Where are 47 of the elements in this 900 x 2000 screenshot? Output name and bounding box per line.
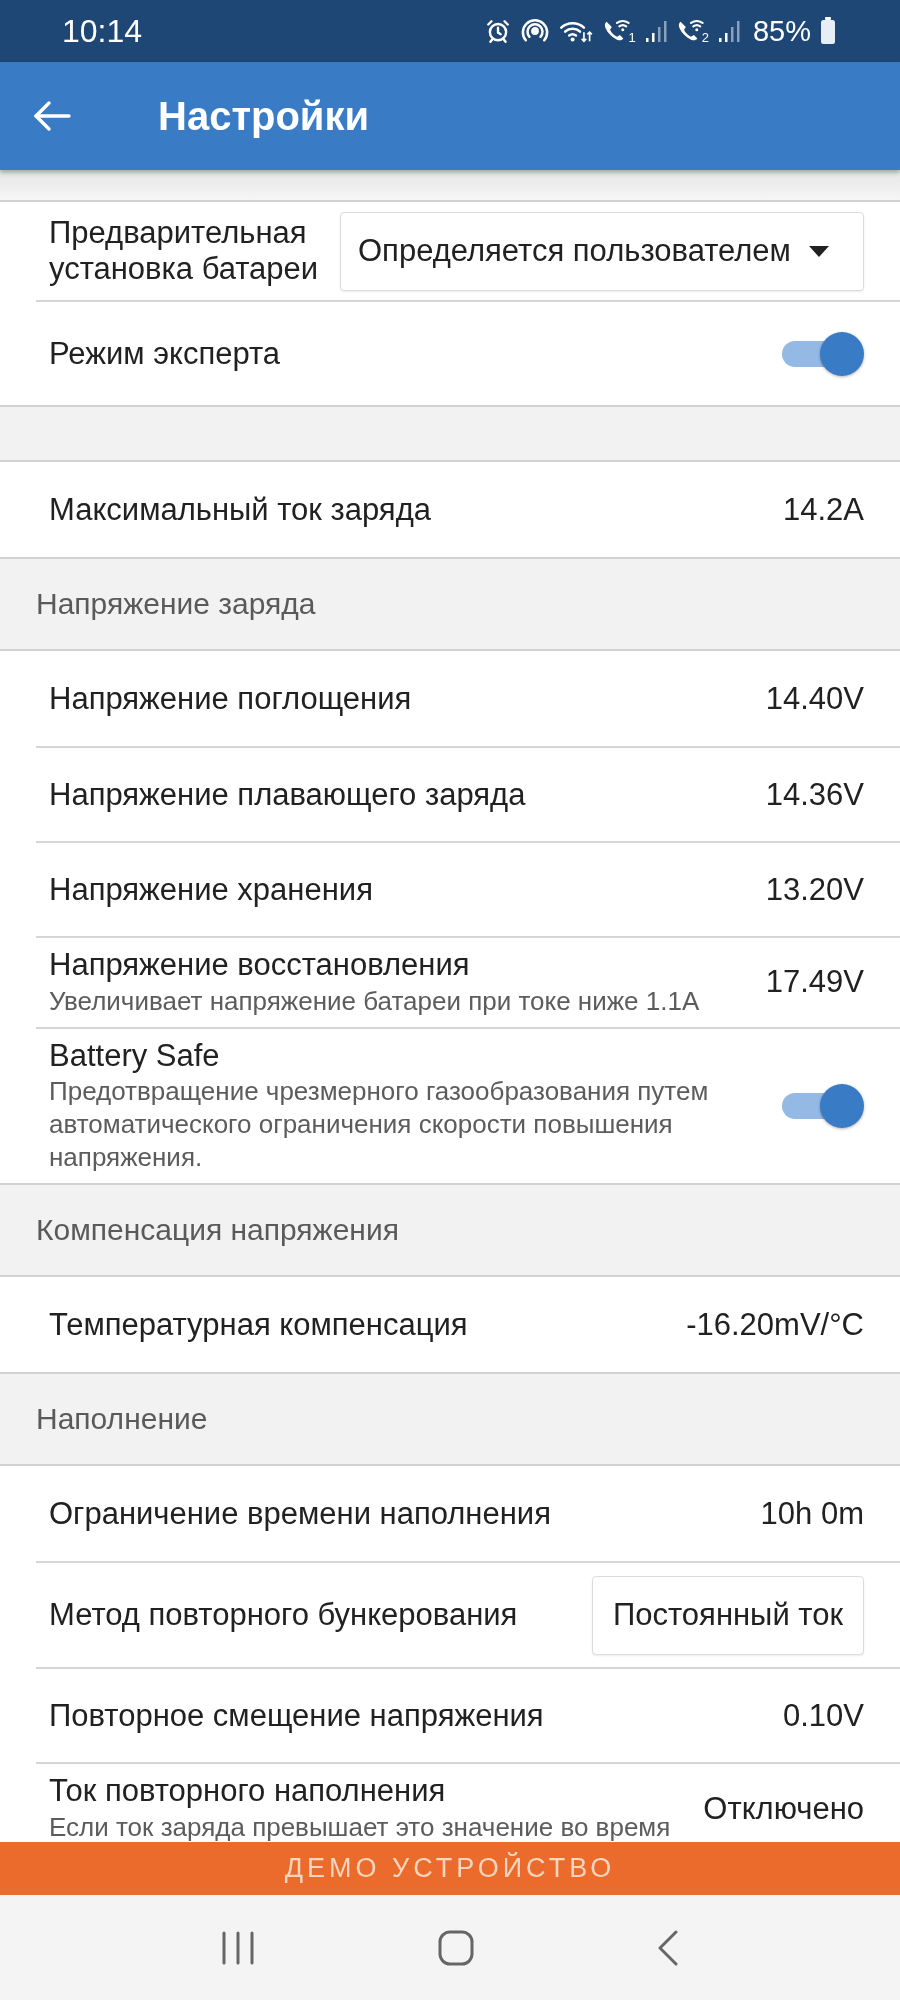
setting-value: -16.20mV/°C (686, 1306, 864, 1343)
home-icon[interactable] (438, 1929, 474, 1966)
setting-value: 13.20V (765, 871, 864, 908)
setting-value: 17.49V (765, 964, 864, 1001)
setting-description: Если ток заряда превышает это значение во время (49, 1810, 672, 1842)
hotspot-icon (520, 18, 551, 44)
setting-label: Метод повторного бункерования (49, 1597, 519, 1634)
caret-icon (809, 245, 829, 257)
setting-label: Напряжение плавающего заряда (49, 776, 527, 813)
signal-icon (717, 19, 740, 43)
setting-label: Повторное смещение напряжения (49, 1697, 545, 1734)
setting-value: 14.2A (783, 491, 864, 528)
section-header: Компенсация напряжения (0, 1185, 900, 1276)
section-header: Наполнение (0, 1374, 900, 1465)
setting-label: Напряжение поглощения (49, 680, 413, 717)
alarm-icon (485, 18, 512, 44)
setting-label: Режим эксперта (49, 335, 282, 372)
setting-label: Температурная компенсация (49, 1306, 469, 1343)
sim-number: 1 (628, 31, 636, 44)
setting-label: Максимальный ток заряда (49, 491, 432, 528)
setting-label: Напряжение восстановления (49, 947, 471, 983)
setting-description: Увеличивает напряжение батареи при токе ниже 1.1A (49, 984, 701, 1018)
setting-value: 0.10V (783, 1697, 864, 1734)
setting-label: Ток повторного наполнения (49, 1773, 447, 1809)
signal-icon (644, 19, 667, 43)
method-button[interactable]: Постоянный ток (592, 1575, 864, 1655)
battery-percentage: 85% (752, 14, 811, 48)
demo-banner: ДЕМО УСТРОЙСТВО (0, 1842, 900, 1895)
setting-value: 10h 0m (760, 1495, 864, 1532)
setting-label: Battery Safe (49, 1037, 221, 1074)
status-time: 10:14 (62, 12, 143, 50)
back-icon[interactable] (656, 1929, 679, 1966)
battery-icon (820, 17, 836, 45)
dropdown[interactable]: Определяется пользователем (340, 211, 864, 291)
setting-label: Напряжение хранения (49, 871, 374, 908)
section-header: Напряжение заряда (0, 559, 900, 649)
toggle-switch[interactable] (782, 330, 864, 377)
setting-description: Предотвращение чрезмерного газообразования путем автоматического ограничения скорости повышения напряжения. (49, 1075, 710, 1175)
setting-value: 14.40V (765, 680, 864, 717)
setting-label: Ограничение времени наполнения (49, 1495, 552, 1532)
setting-value: 14.36V (765, 776, 864, 813)
setting-value: Отключено (703, 1790, 864, 1827)
setting-label: Предварительная установка батареи (49, 215, 320, 287)
recent-apps-icon[interactable] (221, 1929, 256, 1966)
toggle-switch[interactable] (782, 1082, 864, 1129)
screen-title: Настройки (158, 93, 370, 139)
sim-number: 2 (701, 31, 709, 44)
